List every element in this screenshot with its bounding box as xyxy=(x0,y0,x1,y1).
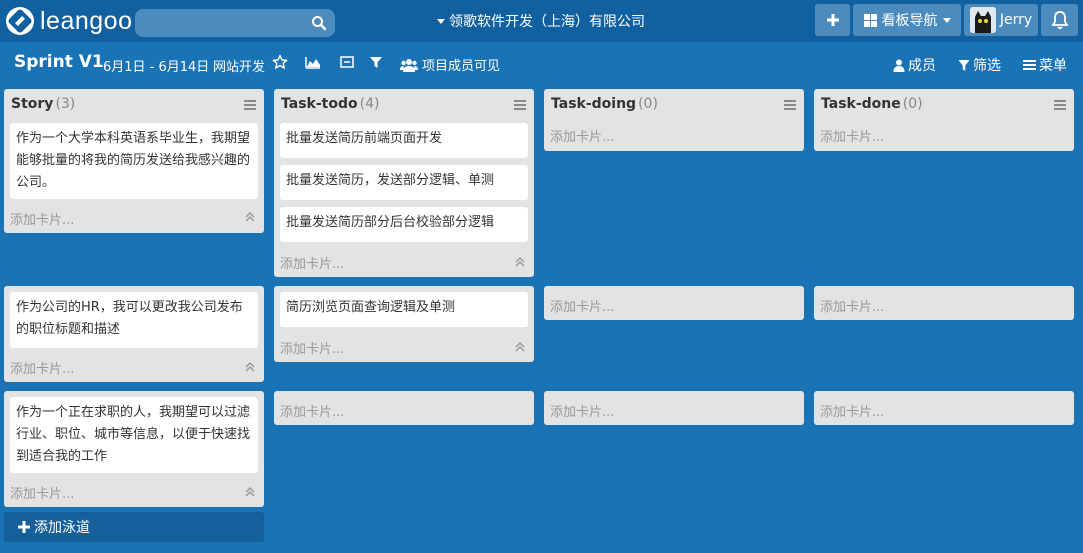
collapse-up-icon[interactable] xyxy=(244,486,256,498)
list-menu-icon[interactable] xyxy=(514,100,526,110)
add-card-link[interactable]: 添加卡片... xyxy=(820,126,884,145)
doing-list-lane-3: 添加卡片... xyxy=(544,391,804,425)
column-header[interactable]: Story (3) xyxy=(11,96,75,112)
column-title: Task-done xyxy=(821,96,901,112)
task-card[interactable]: 简历浏览页面查询逻辑及单测 xyxy=(280,292,528,327)
menu-icon xyxy=(1023,60,1036,70)
bell-icon xyxy=(1050,11,1069,30)
logo-text: leangoo xyxy=(40,6,133,35)
column-count: (0) xyxy=(902,96,923,112)
todo-list-lane-2: 简历浏览页面查询逻辑及单测 添加卡片... xyxy=(274,286,534,362)
sprint-dates: 6月1日 - 6月14日 xyxy=(103,60,210,75)
add-card-link[interactable]: 添加卡片... xyxy=(550,126,614,145)
add-card-link[interactable]: 添加卡片... xyxy=(280,401,344,420)
users-icon xyxy=(400,58,418,72)
project-name[interactable]: 网站开发 xyxy=(213,56,265,75)
add-card-link[interactable]: 添加卡片... xyxy=(10,358,74,377)
todo-list-lane-1: Task-todo (4) 批量发送简历前端页面开发 批量发送简历，发送部分逻辑、… xyxy=(274,89,534,277)
column-header[interactable]: Task-todo (4) xyxy=(281,96,379,112)
todo-list-lane-3: 添加卡片... xyxy=(274,391,534,425)
grid-icon xyxy=(863,13,877,27)
story-list-lane-3: 作为一个正在求职的人，我期望可以过滤行业、职位、城市等信息，以便于快速找到适合我… xyxy=(4,391,264,507)
star-icon[interactable] xyxy=(272,54,288,70)
list-menu-icon[interactable] xyxy=(784,100,796,110)
add-card-link[interactable]: 添加卡片... xyxy=(10,209,74,228)
column-header[interactable]: Task-done (0) xyxy=(821,96,923,112)
menu-label: 菜单 xyxy=(1039,58,1067,74)
search-input[interactable] xyxy=(135,9,335,37)
add-card-link[interactable]: 添加卡片... xyxy=(820,296,884,315)
members-button[interactable]: 成员 xyxy=(893,55,936,75)
story-card[interactable]: 作为一个正在求职的人，我期望可以过滤行业、职位、城市等信息，以便于快速找到适合我… xyxy=(10,397,258,473)
done-list-lane-1: Task-done (0) 添加卡片... xyxy=(814,89,1074,151)
column-count: (0) xyxy=(638,96,658,112)
add-card-link[interactable]: 添加卡片... xyxy=(820,401,884,420)
task-card[interactable]: 批量发送简历，发送部分逻辑、单测 xyxy=(280,165,528,200)
add-lane-button[interactable]: 添加泳道 xyxy=(4,512,264,542)
collapse-up-icon[interactable] xyxy=(244,361,256,373)
add-card-link[interactable]: 添加卡片... xyxy=(550,296,614,315)
caret-down-icon xyxy=(942,17,951,23)
avatar xyxy=(969,7,996,33)
column-count: (4) xyxy=(359,96,380,112)
done-list-lane-2: 添加卡片... xyxy=(814,286,1074,320)
add-card-link[interactable]: 添加卡片... xyxy=(280,253,344,272)
menu-button[interactable]: 菜单 xyxy=(1023,55,1067,75)
list-menu-icon[interactable] xyxy=(1054,100,1066,110)
plus-icon xyxy=(18,521,30,533)
done-list-lane-3: 添加卡片... xyxy=(814,391,1074,425)
organization-selector[interactable]: 领歌软件开发（上海）有限公司 xyxy=(437,11,645,31)
collapse-up-icon[interactable] xyxy=(514,341,526,353)
plus-icon xyxy=(826,14,839,26)
collapse-up-icon[interactable] xyxy=(514,256,526,268)
story-list-lane-2: 作为公司的HR，我可以更改我公司发布的职位标题和描述 添加卡片... xyxy=(4,286,264,382)
notifications-button[interactable] xyxy=(1041,4,1078,36)
story-card[interactable]: 作为一个大学本科英语系毕业生，我期望能够批量的将我的简历发送给我感兴趣的公司。 xyxy=(10,123,258,199)
user-menu-button[interactable]: Jerry xyxy=(964,4,1038,36)
sprint-toolbar: Sprint V1 6月1日 - 6月14日 网站开发 项目成员可见 成员 筛选… xyxy=(0,42,1083,86)
column-title: Task-todo xyxy=(281,96,358,112)
filter-label: 筛选 xyxy=(973,58,1001,74)
collapse-up-icon[interactable] xyxy=(244,211,256,223)
caret-down-icon xyxy=(437,18,445,24)
column-title: Story xyxy=(11,96,54,112)
column-title: Task-doing xyxy=(551,96,637,112)
column-header[interactable]: Task-doing (0) xyxy=(551,96,658,112)
organization-name: 领歌软件开发（上海）有限公司 xyxy=(449,14,645,30)
add-card-link[interactable]: 添加卡片... xyxy=(280,338,344,357)
chart-icon[interactable] xyxy=(305,54,321,70)
column-count: (3) xyxy=(55,96,76,112)
add-card-link[interactable]: 添加卡片... xyxy=(550,401,614,420)
visibility-selector[interactable]: 项目成员可见 xyxy=(400,55,500,74)
search-icon[interactable] xyxy=(311,15,327,31)
doing-list-lane-1: Task-doing (0) 添加卡片... xyxy=(544,89,804,151)
visibility-label: 项目成员可见 xyxy=(422,59,501,74)
story-card[interactable]: 作为公司的HR，我可以更改我公司发布的职位标题和描述 xyxy=(10,292,258,348)
sprint-title[interactable]: Sprint V1 xyxy=(14,52,104,72)
logo-icon xyxy=(6,7,34,35)
add-card-link[interactable]: 添加卡片... xyxy=(10,483,74,502)
logo[interactable]: leangoo xyxy=(6,7,132,35)
story-list-lane-1: Story (3) 作为一个大学本科英语系毕业生，我期望能够批量的将我的简历发送给… xyxy=(4,89,264,233)
members-label: 成员 xyxy=(908,58,936,74)
doing-list-lane-2: 添加卡片... xyxy=(544,286,804,320)
collapse-panel-icon[interactable] xyxy=(339,54,355,70)
list-menu-icon[interactable] xyxy=(244,100,256,110)
task-card[interactable]: 批量发送简历部分后台校验部分逻辑 xyxy=(280,207,528,242)
add-button[interactable] xyxy=(815,4,850,36)
add-lane-label: 添加泳道 xyxy=(34,520,90,536)
filter-icon xyxy=(958,59,970,71)
task-card[interactable]: 批量发送简历前端页面开发 xyxy=(280,123,528,158)
filter-button[interactable]: 筛选 xyxy=(958,55,1001,75)
board-nav-button[interactable]: 看板导航 xyxy=(853,4,961,36)
top-navbar: leangoo 领歌软件开发（上海）有限公司 看板导航 Jerry xyxy=(0,0,1083,42)
user-name: Jerry xyxy=(999,12,1033,28)
user-icon xyxy=(893,59,905,72)
board-nav-label: 看板导航 xyxy=(881,13,938,29)
filter-icon[interactable] xyxy=(368,54,384,70)
